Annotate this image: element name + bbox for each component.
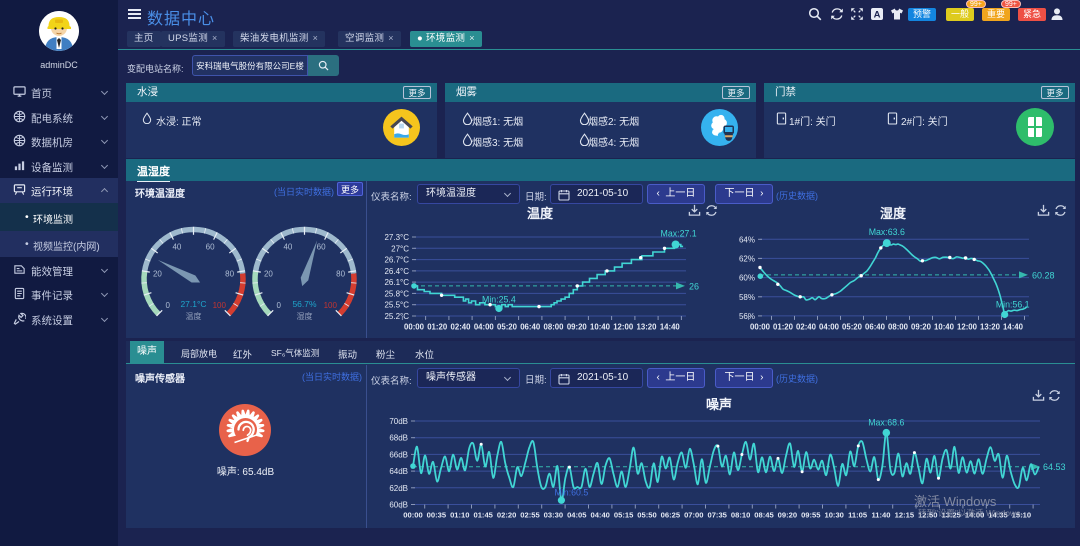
svg-text:100: 100 xyxy=(213,301,227,310)
svg-text:60.28: 60.28 xyxy=(1032,270,1055,280)
svg-text:00:00: 00:00 xyxy=(404,323,425,332)
svg-text:100: 100 xyxy=(324,301,338,310)
svg-text:80: 80 xyxy=(225,269,234,278)
svg-text:12:15: 12:15 xyxy=(895,511,915,520)
svg-text:25.5°C: 25.5°C xyxy=(384,301,409,310)
svg-text:02:40: 02:40 xyxy=(796,322,817,331)
svg-text:08:10: 08:10 xyxy=(731,511,750,520)
svg-text:60: 60 xyxy=(206,243,215,252)
svg-text:08:00: 08:00 xyxy=(544,323,565,332)
svg-text:26.4°C: 26.4°C xyxy=(384,267,409,276)
svg-text:26.1°C: 26.1°C xyxy=(384,278,409,287)
svg-text:25.8°C: 25.8°C xyxy=(384,289,409,298)
svg-text:00:00: 00:00 xyxy=(403,511,422,520)
svg-text:56%: 56% xyxy=(739,312,755,321)
svg-text:09:55: 09:55 xyxy=(801,511,821,520)
svg-text:64dB: 64dB xyxy=(389,467,408,476)
svg-text:02:55: 02:55 xyxy=(520,511,540,520)
svg-text:A: A xyxy=(874,10,881,21)
svg-text:Min:60.5: Min:60.5 xyxy=(555,487,589,497)
svg-text:09:20: 09:20 xyxy=(911,322,932,331)
svg-text:11:40: 11:40 xyxy=(871,511,890,520)
svg-text:10:30: 10:30 xyxy=(824,511,843,520)
svg-text:62%: 62% xyxy=(739,254,755,263)
svg-text:05:20: 05:20 xyxy=(497,323,518,332)
svg-text:64.53: 64.53 xyxy=(1043,462,1066,472)
svg-text:Max:68.6: Max:68.6 xyxy=(868,418,904,428)
svg-text:14:40: 14:40 xyxy=(660,323,681,332)
svg-text:12:00: 12:00 xyxy=(957,322,978,331)
svg-text:27.3°C: 27.3°C xyxy=(384,233,409,242)
svg-text:01:45: 01:45 xyxy=(473,511,493,520)
svg-text:60%: 60% xyxy=(739,274,755,283)
svg-text:08:45: 08:45 xyxy=(754,511,774,520)
svg-text:06:40: 06:40 xyxy=(865,322,886,331)
svg-text:08:00: 08:00 xyxy=(888,322,909,331)
svg-text:05:50: 05:50 xyxy=(637,511,656,520)
svg-text:00:00: 00:00 xyxy=(750,322,771,331)
svg-text:07:00: 07:00 xyxy=(684,511,703,520)
svg-text:Max:27.1: Max:27.1 xyxy=(661,229,697,239)
svg-text:60dB: 60dB xyxy=(389,501,408,510)
svg-text:60: 60 xyxy=(317,243,326,252)
svg-text:64%: 64% xyxy=(739,235,755,244)
svg-text:25.2°C: 25.2°C xyxy=(384,312,409,321)
svg-text:62dB: 62dB xyxy=(389,484,408,493)
svg-text:04:00: 04:00 xyxy=(474,323,495,332)
svg-text:04:05: 04:05 xyxy=(567,511,587,520)
svg-text:Min:56.1: Min:56.1 xyxy=(996,300,1030,310)
svg-text:27°C: 27°C xyxy=(391,244,409,253)
svg-text:Max:63.6: Max:63.6 xyxy=(869,227,905,237)
svg-text:68dB: 68dB xyxy=(389,434,408,443)
svg-text:01:20: 01:20 xyxy=(773,322,794,331)
svg-text:09:20: 09:20 xyxy=(778,511,797,520)
svg-text:27.1°C: 27.1°C xyxy=(180,299,206,309)
svg-text:13:20: 13:20 xyxy=(637,323,658,332)
svg-text:70dB: 70dB xyxy=(389,417,408,426)
svg-text:66dB: 66dB xyxy=(389,450,408,459)
svg-text:02:40: 02:40 xyxy=(451,323,472,332)
svg-text:26.7°C: 26.7°C xyxy=(384,256,409,265)
svg-text:0: 0 xyxy=(276,301,281,310)
svg-text:Min:25.4: Min:25.4 xyxy=(482,295,516,305)
svg-text:04:40: 04:40 xyxy=(590,511,609,520)
svg-text:40: 40 xyxy=(283,243,292,252)
svg-text:05:20: 05:20 xyxy=(842,322,863,331)
svg-text:09:20: 09:20 xyxy=(567,323,588,332)
svg-text:80: 80 xyxy=(336,269,345,278)
svg-text:58%: 58% xyxy=(739,293,755,302)
svg-text:04:00: 04:00 xyxy=(819,322,840,331)
svg-text:20: 20 xyxy=(153,269,162,278)
svg-text:40: 40 xyxy=(172,243,181,252)
svg-text:10:40: 10:40 xyxy=(934,322,955,331)
svg-text:03:30: 03:30 xyxy=(544,511,563,520)
svg-text:05:15: 05:15 xyxy=(614,511,634,520)
svg-text:01:20: 01:20 xyxy=(427,323,448,332)
svg-text:温度: 温度 xyxy=(186,311,202,321)
svg-text:06:25: 06:25 xyxy=(661,511,681,520)
svg-text:10:40: 10:40 xyxy=(590,323,611,332)
svg-text:06:40: 06:40 xyxy=(520,323,541,332)
svg-text:01:10: 01:10 xyxy=(450,511,469,520)
svg-text:0: 0 xyxy=(165,301,170,310)
svg-text:00:35: 00:35 xyxy=(427,511,447,520)
svg-text:20: 20 xyxy=(264,269,273,278)
svg-text:56.7%: 56.7% xyxy=(292,299,317,309)
svg-text:13:20: 13:20 xyxy=(980,322,1001,331)
svg-text:07:35: 07:35 xyxy=(707,511,727,520)
svg-text:湿度: 湿度 xyxy=(297,311,313,321)
svg-text:11:05: 11:05 xyxy=(848,511,868,520)
svg-text:02:20: 02:20 xyxy=(497,511,516,520)
svg-text:12:00: 12:00 xyxy=(613,323,634,332)
svg-text:14:40: 14:40 xyxy=(1003,322,1024,331)
svg-text:26: 26 xyxy=(689,281,699,291)
